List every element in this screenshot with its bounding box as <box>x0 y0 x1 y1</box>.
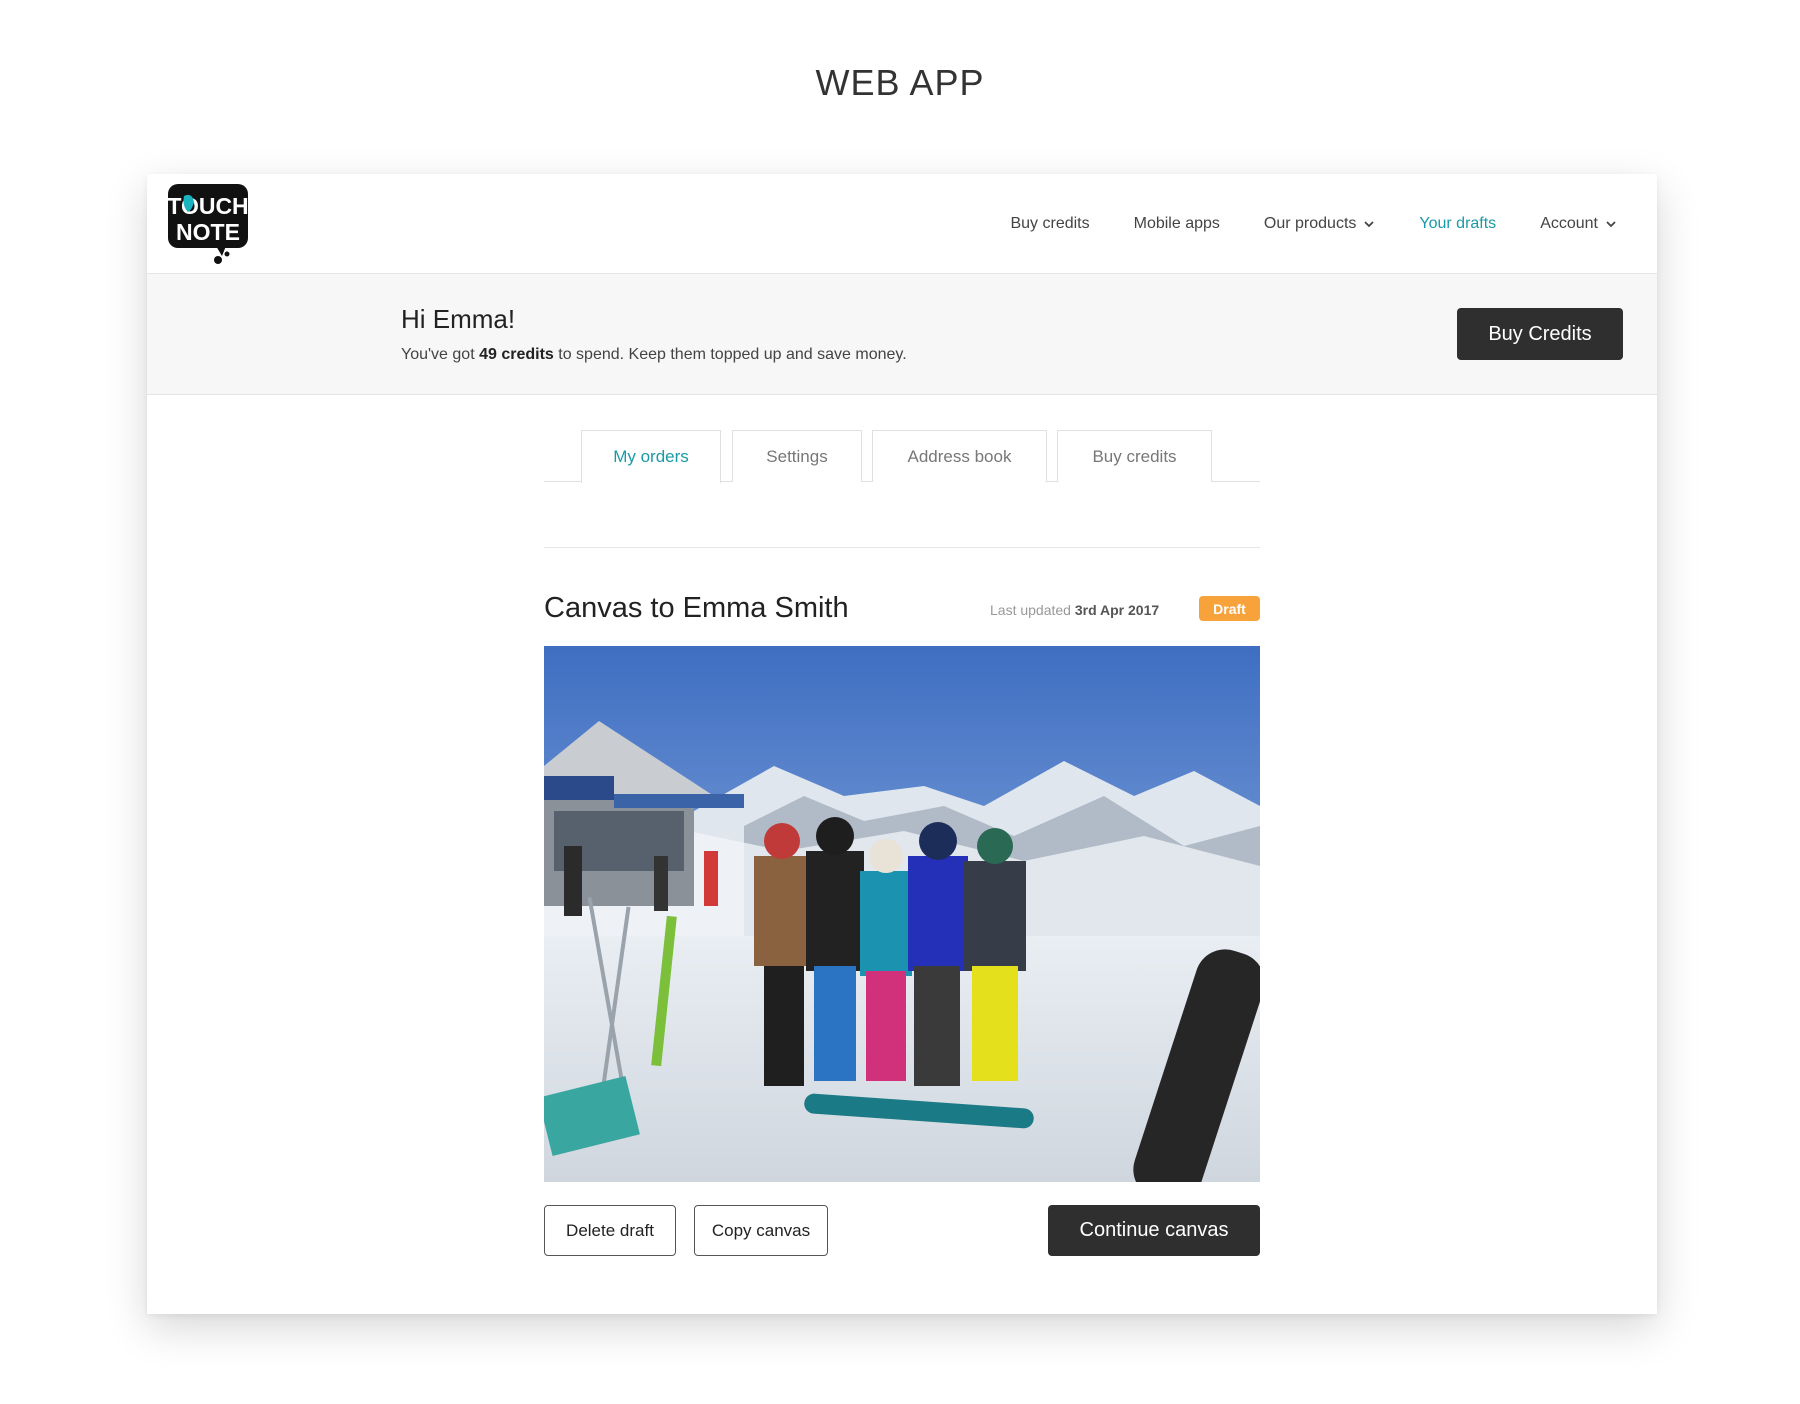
last-updated-date: 3rd Apr 2017 <box>1074 602 1160 618</box>
tab-address-book[interactable]: Address book <box>872 430 1047 482</box>
nav-item-label: Buy credits <box>1010 215 1090 232</box>
account-tabs: My orders Settings Address book Buy cred… <box>544 430 1260 483</box>
draft-title: Canvas to Emma Smith <box>544 592 849 624</box>
buy-credits-button[interactable]: Buy Credits <box>1457 308 1623 360</box>
nav-item-our-products[interactable]: Our products <box>1264 215 1375 233</box>
welcome-banner: Hi Emma! You've got 49 credits to spend.… <box>147 274 1657 395</box>
app-window: TOUCH NOTE Buy credits Mobile apps Our p… <box>147 174 1657 1314</box>
section-divider <box>544 547 1260 548</box>
nav-item-your-drafts[interactable]: Your drafts <box>1419 215 1496 233</box>
tab-my-orders[interactable]: My orders <box>581 430 721 483</box>
nav-item-buy-credits[interactable]: Buy credits <box>1010 215 1089 233</box>
chevron-down-icon <box>1606 221 1616 228</box>
photo-image <box>544 646 1260 1182</box>
greeting: Hi Emma! <box>401 304 516 334</box>
tab-settings[interactable]: Settings <box>732 430 862 482</box>
main-nav: Buy credits Mobile apps Our products You… <box>966 174 1617 274</box>
credits-summary: You've got 49 credits to spend. Keep the… <box>401 346 907 364</box>
logo-line-2: NOTE <box>176 219 240 245</box>
nav-item-label: Our products <box>1263 215 1357 232</box>
page-heading: WEB APP <box>815 62 985 103</box>
last-updated-prefix: Last updated <box>990 602 1075 618</box>
credits-prefix: You've got <box>401 346 480 363</box>
copy-canvas-button[interactable]: Copy canvas <box>694 1205 828 1256</box>
logo-line-1: TOUCH <box>167 193 248 219</box>
draft-photo[interactable] <box>544 646 1260 1182</box>
nav-item-label: Your drafts <box>1419 215 1497 232</box>
touchnote-logo[interactable]: TOUCH NOTE <box>166 182 250 266</box>
nav-item-label: Mobile apps <box>1133 215 1220 232</box>
delete-draft-button[interactable]: Delete draft <box>544 1205 676 1256</box>
nav-item-mobile-apps[interactable]: Mobile apps <box>1134 215 1220 233</box>
credits-suffix: to spend. Keep them topped up and save m… <box>553 346 907 363</box>
nav-item-account[interactable]: Account <box>1540 215 1617 233</box>
credits-amount: 49 credits <box>479 346 554 363</box>
tab-buy-credits[interactable]: Buy credits <box>1057 430 1212 482</box>
app-header: TOUCH NOTE Buy credits Mobile apps Our p… <box>147 174 1657 274</box>
last-updated: Last updated 3rd Apr 2017 <box>990 602 1159 618</box>
nav-item-label: Account <box>1540 215 1598 232</box>
continue-canvas-button[interactable]: Continue canvas <box>1048 1205 1260 1256</box>
status-badge: Draft <box>1199 596 1260 621</box>
chevron-down-icon <box>1364 221 1375 228</box>
